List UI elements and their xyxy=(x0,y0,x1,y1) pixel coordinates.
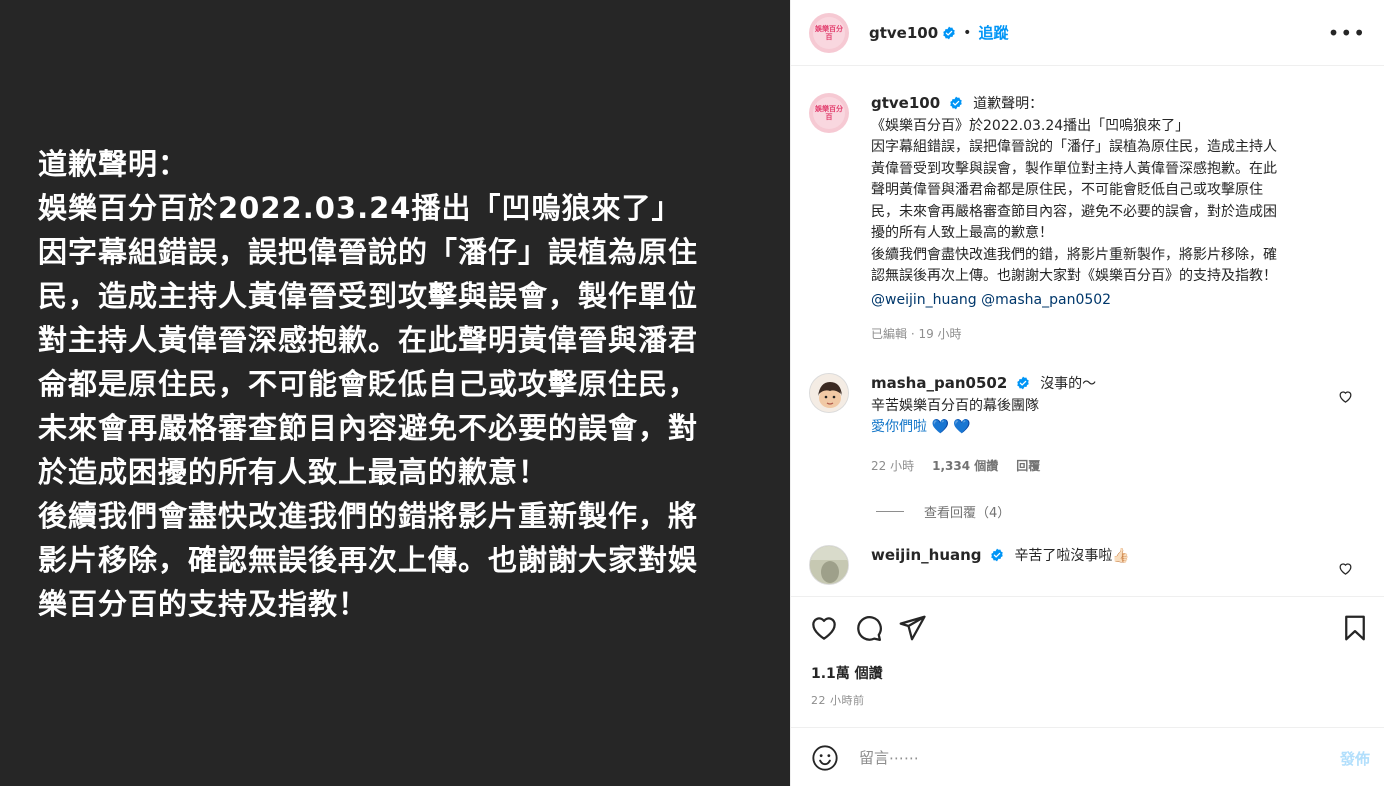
comment-username[interactable]: masha_pan0502 xyxy=(871,374,1007,392)
verified-badge-icon xyxy=(949,96,962,110)
post-comment-button[interactable]: 發佈 xyxy=(1340,748,1370,769)
comment-meta: 22 小時 1,334 個讚 回覆 xyxy=(871,456,1331,478)
caption-line: 黃偉晉受到攻擊與誤會，製作單位對主持人黃偉晉深感抱歉。在此 xyxy=(871,160,1277,177)
like-comment-heart-icon[interactable] xyxy=(1338,561,1353,576)
image-text-line: 道歉聲明： xyxy=(38,147,189,181)
like-comment-heart-icon[interactable] xyxy=(1338,389,1353,404)
comment-item: weijin_huang 辛苦了啦沒事啦👍🏻 xyxy=(809,545,1369,585)
image-text-line: 後續我們會盡快改進我們的錯將影片重新製作，將 xyxy=(38,499,699,533)
avatar-illustration-icon xyxy=(810,374,848,412)
image-text-line: 侖都是原住民，不可能會貶低自己或攻擊原住民， xyxy=(38,367,699,401)
comment-username[interactable]: weijin_huang xyxy=(871,546,982,564)
verified-badge-icon xyxy=(943,26,955,39)
comment-bubble-icon[interactable] xyxy=(853,613,883,643)
caption-line: 擾的所有人致上最高的歉意！ xyxy=(871,225,1053,241)
caption-username[interactable]: gtve100 xyxy=(871,94,940,112)
post-actions: 1.1萬 個讚 22 小時前 xyxy=(791,596,1384,726)
image-text-line: 因字幕組錯誤，誤把偉晉說的「潘仔」誤植為原住 xyxy=(38,235,699,269)
replies-divider xyxy=(876,511,904,512)
caption-line: 因字幕組錯誤，誤把偉晉說的「潘仔」誤植為原住民，造成主持人 xyxy=(871,139,1277,155)
comments-section[interactable]: 娛樂百分百 gtve100 道歉聲明： 《娛樂百分百》於2022.03.24播出… xyxy=(791,67,1384,595)
follow-button[interactable]: 追蹤 xyxy=(978,22,1008,43)
image-text-line: 樂百分百的支持及指教！ xyxy=(38,587,369,621)
post-caption: 娛樂百分百 gtve100 道歉聲明： 《娛樂百分百》於2022.03.24播出… xyxy=(809,93,1369,346)
profile-username[interactable]: gtve100 xyxy=(869,24,938,42)
caption-meta: 已編輯 · 19 小時 xyxy=(871,327,962,341)
avatar-photo-icon xyxy=(810,546,848,584)
more-options-icon[interactable]: ••• xyxy=(1328,21,1366,45)
comment-composer: 發佈 xyxy=(791,727,1384,786)
comment-body: weijin_huang 辛苦了啦沒事啦👍🏻 xyxy=(871,545,1331,585)
image-text-line: 民，造成主持人黃偉晉受到攻擊與誤會，製作單位 xyxy=(38,279,699,313)
caption-line: 《娛樂百分百》於2022.03.24播出「凹嗚狼來了」 xyxy=(871,117,1190,134)
image-text-line: 對主持人黃偉晉深感抱歉。在此聲明黃偉晉與潘君 xyxy=(38,323,699,357)
caption-line: 認無誤後再次上傳。也謝謝大家對《娛樂百分百》的支持及指教！ xyxy=(871,268,1277,284)
comment-body: masha_pan0502 沒事的～ 辛苦娛樂百分百的幕後團隊 愛你們啦 💙 💙… xyxy=(871,373,1331,477)
commenter-avatar[interactable] xyxy=(809,545,849,585)
view-replies-button[interactable]: 查看回覆（4） xyxy=(876,502,1010,521)
post-time: 22 小時前 xyxy=(811,694,865,707)
comment-likes[interactable]: 1,334 個讚 xyxy=(932,456,998,478)
share-send-icon[interactable] xyxy=(897,613,927,643)
caption-line: 道歉聲明： xyxy=(973,96,1044,112)
save-bookmark-icon[interactable] xyxy=(1340,613,1370,643)
profile-avatar[interactable]: 娛樂百分百 xyxy=(809,12,849,53)
image-text-line: 影片移除，確認無誤後再次上傳。也謝謝大家對娛 xyxy=(38,543,699,577)
comment-input[interactable] xyxy=(859,744,1299,772)
image-text: 道歉聲明： 娛樂百分百於2022.03.24播出「凹嗚狼來了」 因字幕組錯誤，誤… xyxy=(38,142,738,626)
commenter-avatar[interactable] xyxy=(809,373,849,413)
comment-text: 辛苦娛樂百分百的幕後團隊 xyxy=(871,397,1039,414)
like-heart-icon[interactable] xyxy=(809,613,839,643)
brand-logo: 娛樂百分百 xyxy=(813,97,845,129)
verified-badge-icon xyxy=(991,548,1003,562)
post-viewer: 道歉聲明： 娛樂百分百於2022.03.24播出「凹嗚狼來了」 因字幕組錯誤，誤… xyxy=(0,0,1384,786)
likes-count[interactable]: 1.1萬 個讚 xyxy=(811,663,883,683)
post-header: 娛樂百分百 gtve100 • 追蹤 ••• xyxy=(791,0,1384,66)
post-image: 道歉聲明： 娛樂百分百於2022.03.24播出「凹嗚狼來了」 因字幕組錯誤，誤… xyxy=(0,0,790,786)
caption-line: 聲明黃偉晉與潘君侖都是原住民，不可能會貶低自己或攻擊原住 xyxy=(871,182,1263,198)
separator-dot: • xyxy=(963,24,972,41)
caption-line: 民，未來會再嚴格審查節目內容，避免不必要的誤會，對於造成困 xyxy=(871,203,1277,220)
reply-button[interactable]: 回覆 xyxy=(1016,456,1040,478)
comment-text: 辛苦了啦沒事啦👍🏻 xyxy=(1014,548,1130,564)
emoji-icon[interactable] xyxy=(811,744,839,772)
image-text-line: 娛樂百分百於2022.03.24播出「凹嗚狼來了」 xyxy=(38,191,682,225)
comment-text: 沒事的～ xyxy=(1040,376,1097,392)
caption-avatar[interactable]: 娛樂百分百 xyxy=(809,93,849,133)
caption-mentions[interactable]: @weijin_huang @masha_pan0502 xyxy=(871,290,1369,312)
caption-line: 後續我們會盡快改進我們的錯，將影片重新製作，將影片移除，確 xyxy=(871,246,1277,263)
caption-body: gtve100 道歉聲明： 《娛樂百分百》於2022.03.24播出「凹嗚狼來了… xyxy=(871,93,1369,346)
comment-item: masha_pan0502 沒事的～ 辛苦娛樂百分百的幕後團隊 愛你們啦 💙 💙… xyxy=(809,373,1369,477)
brand-logo: 娛樂百分百 xyxy=(813,16,845,49)
post-sidebar: 娛樂百分百 gtve100 • 追蹤 ••• 娛樂百分百 gtve100 道歉聲… xyxy=(790,0,1384,786)
view-replies-label: 查看回覆（4） xyxy=(924,506,1011,521)
verified-badge-icon xyxy=(1017,376,1029,390)
comment-time: 22 小時 xyxy=(871,458,915,473)
comment-text: 愛你們啦 💙 💙 xyxy=(871,419,971,435)
image-text-line: 於造成困擾的所有人致上最高的歉意！ xyxy=(38,455,549,489)
image-text-line: 未來會再嚴格審查節目內容避免不必要的誤會，對 xyxy=(38,411,699,445)
